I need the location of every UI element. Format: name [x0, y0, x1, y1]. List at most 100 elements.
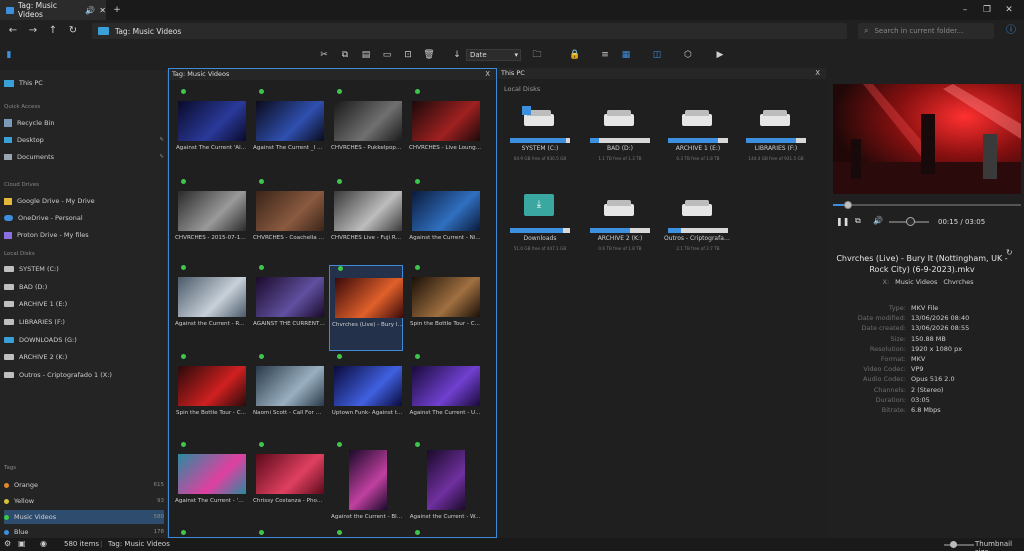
close-pane-icon[interactable]: X — [485, 69, 490, 80]
back-icon[interactable]: ← — [6, 24, 20, 38]
video-thumbnail — [178, 277, 246, 317]
address-bar[interactable]: Tag: Music Videos — [92, 23, 847, 39]
speaker-icon[interactable]: 🔊 — [85, 6, 95, 15]
pin-icon[interactable]: ✎ — [159, 137, 164, 143]
sidebar-item-disk-c[interactable]: SYSTEM (C:) — [4, 262, 164, 276]
tag-chip[interactable]: Music Videos — [895, 278, 937, 286]
video-file-tile[interactable]: Chvrches (Live) - Bury It ... — [329, 265, 404, 351]
refresh-icon[interactable]: ↻ — [66, 24, 80, 38]
video-file-tile[interactable]: Spin the Bottle Tour - C... — [407, 265, 481, 351]
sidebar-item-proton-drive[interactable]: Proton Drive - My files — [4, 228, 164, 242]
disk-tile[interactable]: ARCHIVE 1 (E:) 0.3 TB free of 1.8 TB — [664, 108, 732, 172]
forward-icon[interactable]: → — [26, 24, 40, 38]
thumbnail-size-slider[interactable] — [944, 544, 974, 546]
video-file-tile[interactable]: Against The Current - U... — [407, 354, 481, 440]
restore-icon[interactable]: ❐ — [980, 3, 994, 17]
video-file-tile[interactable] — [407, 530, 481, 538]
pause-icon[interactable]: ❚❚ — [836, 217, 849, 226]
video-file-tile[interactable]: Against the Current - Ni... — [407, 179, 481, 265]
sidebar-item-disk-k[interactable]: ARCHIVE 2 (K:) — [4, 350, 164, 364]
video-file-tile[interactable]: CHVRCHES - 2015-07-17... — [173, 179, 247, 265]
sidebar-item-documents[interactable]: Documents ✎ — [4, 150, 164, 164]
seek-bar[interactable] — [833, 204, 1021, 206]
video-file-tile[interactable]: CHVRCHES Live - Fuji Ro... — [329, 179, 403, 265]
new-folder-icon[interactable]: 🗀 — [530, 48, 544, 62]
up-icon[interactable]: ↑ — [46, 24, 60, 38]
video-file-tile[interactable]: Against The Current 'Al... — [173, 89, 247, 175]
video-file-tile[interactable]: CHVRCHES - Coachella F... — [251, 179, 325, 265]
sidebar-item-disk-f[interactable]: LIBRARIES (F:) — [4, 315, 164, 329]
new-tab-button[interactable]: + — [110, 3, 124, 17]
disk-tile[interactable]: BAD (D:) 1.1 TB free of 1.3 TB — [586, 108, 654, 172]
refresh-preview-icon[interactable]: ↻ — [1006, 248, 1013, 257]
video-file-tile[interactable]: CHVRCHES - Live Loung... — [407, 89, 481, 175]
video-file-tile[interactable]: Against The Current _I Li... — [251, 89, 325, 175]
sidebar-item-recycle-bin[interactable]: Recycle Bin — [4, 116, 164, 130]
sidebar-item-disk-x[interactable]: Outros - Criptografado 1 (X:) — [4, 368, 164, 382]
volume-icon[interactable]: 🔊 — [873, 216, 883, 225]
close-pane-icon[interactable]: X — [815, 68, 820, 79]
search-input[interactable]: ⌕ Search in current folder... — [858, 23, 994, 39]
sidebar-item-tag-orange[interactable]: Orange 615 — [4, 478, 164, 492]
pin-icon[interactable]: ✎ — [159, 154, 164, 160]
disk-tile[interactable]: ⤓ Downloads 51.0 GB free of 447.1 GB — [506, 194, 574, 262]
paste-icon[interactable]: ▤ — [359, 48, 373, 62]
settings-icon[interactable]: ⚙ — [4, 539, 11, 548]
video-file-tile[interactable]: Against the Current - Bli... — [329, 442, 403, 528]
sidebar-item-desktop[interactable]: Desktop ✎ — [4, 133, 164, 147]
volume-handle[interactable] — [906, 217, 915, 226]
play-icon[interactable]: ▶ — [713, 48, 727, 62]
video-file-tile[interactable]: Spin the Bottle Tour - C... — [173, 354, 247, 440]
disk-tile[interactable]: SYSTEM (C:) 64.9 GB free of 930.5 GB — [506, 106, 574, 172]
seek-handle[interactable] — [844, 201, 853, 209]
close-window-icon[interactable]: ✕ — [1002, 3, 1016, 17]
thumbnail-size-handle[interactable] — [950, 541, 957, 548]
share-icon[interactable]: ⊡ — [401, 48, 415, 62]
video-player[interactable] — [833, 84, 1021, 194]
sort-select[interactable]: Date ▾ — [466, 49, 521, 61]
sidebar-item-tag-yellow[interactable]: Yellow 93 — [4, 494, 164, 508]
sidebar-toggle-icon[interactable]: ▮ — [2, 48, 16, 62]
sidebar-item-tag-music-videos[interactable]: Music Videos 580 — [4, 510, 164, 524]
file-name: Spin the Bottle Tour - C... — [410, 321, 480, 327]
image-icon[interactable]: ▣ — [18, 539, 26, 548]
video-file-tile[interactable]: CHVRCHES - Pukkelpop ... — [329, 89, 403, 175]
list-view-icon[interactable]: ≡ — [598, 48, 612, 62]
video-file-tile[interactable]: Against The Current - 'U... — [173, 442, 247, 528]
tab-close-icon[interactable]: ✕ — [99, 6, 106, 15]
sidebar-item-tag-blue[interactable]: Blue 178 — [4, 525, 164, 539]
video-file-tile[interactable]: Against the Current - Ro... — [173, 265, 247, 351]
sidebar-item-this-pc[interactable]: This PC — [4, 76, 164, 90]
video-file-tile[interactable] — [329, 530, 403, 538]
sidebar-item-disk-d[interactable]: BAD (D:) — [4, 280, 164, 294]
delete-icon[interactable]: 🗑 — [422, 48, 436, 62]
sidebar-item-onedrive[interactable]: OneDrive - Personal — [4, 211, 164, 225]
disk-tile[interactable]: Outros - Criptografad... 2.1 TB free of 2… — [664, 198, 732, 262]
external-open-icon[interactable]: ⧉ — [855, 216, 861, 226]
tag-icon[interactable]: ⬡ — [681, 48, 695, 62]
tag-chip[interactable]: Chvrches — [943, 278, 973, 286]
video-file-tile[interactable]: Against the Current - W... — [407, 442, 481, 528]
tab-music-videos[interactable]: Tag: Music Videos 🔊 ✕ — [0, 0, 106, 20]
sidebar-item-disk-e[interactable]: ARCHIVE 1 (E:) — [4, 297, 164, 311]
minimize-icon[interactable]: – — [958, 3, 972, 17]
sidebar-item-disk-g[interactable]: DOWNLOADS (G:) — [4, 333, 164, 347]
copy-icon[interactable]: ⧉ — [338, 48, 352, 62]
sort-direction-icon[interactable]: ↓ — [450, 48, 464, 62]
video-file-tile[interactable] — [173, 530, 247, 538]
video-file-tile[interactable]: Uptown Funk- Against t... — [329, 354, 403, 440]
video-file-tile[interactable]: AGAINST THE CURRENT ... — [251, 265, 325, 351]
video-file-tile[interactable]: Naomi Scott - Call For M... — [251, 354, 325, 440]
info-icon[interactable]: ⓘ — [1004, 24, 1018, 38]
cut-icon[interactable]: ✂ — [317, 48, 331, 62]
disk-tile[interactable]: LIBRARIES (F:) 144.4 GB free of 931.5 GB — [742, 108, 810, 172]
video-file-tile[interactable]: Chrissy Costanza - Phoe... — [251, 442, 325, 528]
disk-tile[interactable]: ARCHIVE 2 (K:) 0.6 TB free of 1.8 TB — [586, 198, 654, 262]
grid-view-icon[interactable]: ▦ — [619, 48, 633, 62]
eye-icon[interactable]: ◉ — [40, 539, 47, 548]
lock-icon[interactable]: 🔒 — [568, 48, 582, 62]
rename-icon[interactable]: ▭ — [380, 48, 394, 62]
sidebar-item-google-drive[interactable]: Google Drive - My Drive — [4, 194, 164, 208]
video-file-tile[interactable] — [251, 530, 325, 538]
dual-pane-icon[interactable]: ◫ — [650, 48, 664, 62]
